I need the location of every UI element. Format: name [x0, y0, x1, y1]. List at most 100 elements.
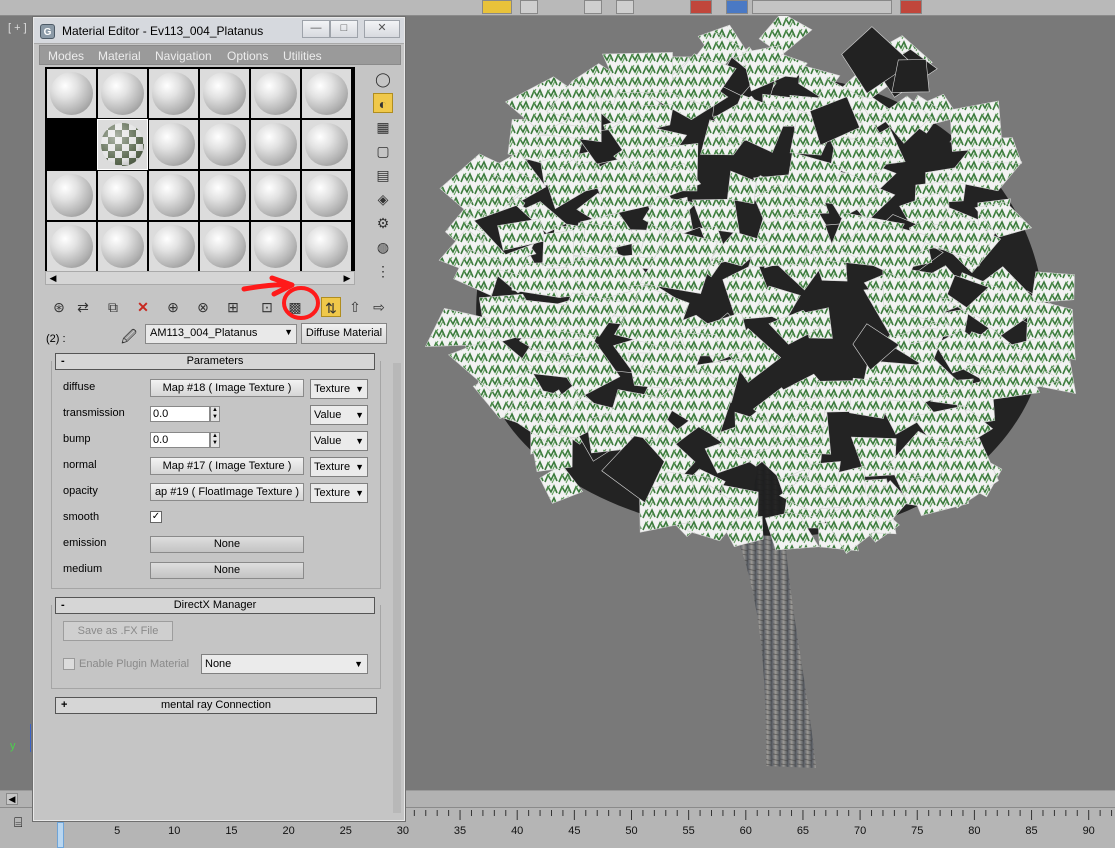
diffuse-map-button[interactable]: Map #18 ( Image Texture ): [150, 379, 304, 397]
material-slot[interactable]: [47, 120, 96, 169]
opacity-type-select[interactable]: Texture ▼: [310, 483, 368, 503]
material-slot[interactable]: [149, 120, 198, 169]
menu-utilities[interactable]: Utilities: [283, 49, 322, 63]
put-to-scene-icon[interactable]: ⇄: [73, 297, 93, 317]
go-forward-to-sibling-icon[interactable]: ⇨: [369, 297, 389, 317]
slots-horizontal-scrollbar[interactable]: ◀ ▶: [45, 271, 355, 285]
put-to-library-icon[interactable]: ⊞: [223, 297, 243, 317]
video-color-check-icon[interactable]: ▤: [373, 165, 393, 185]
emission-map-button[interactable]: None: [150, 536, 304, 553]
parameters-rollout-header[interactable]: - Parameters: [55, 353, 375, 370]
material-slot[interactable]: [302, 222, 351, 271]
editor-vertical-scrollbar[interactable]: [393, 363, 401, 813]
toolbar-icon[interactable]: [690, 0, 712, 14]
make-preview-icon[interactable]: ◈: [373, 189, 393, 209]
toolbar-icon[interactable]: [726, 0, 748, 14]
menu-modes[interactable]: Modes: [48, 49, 84, 63]
minimize-button[interactable]: —: [302, 20, 330, 38]
smooth-checkbox[interactable]: ✓: [150, 511, 162, 523]
normal-map-button[interactable]: Map #17 ( Image Texture ): [150, 457, 304, 475]
material-slot[interactable]: [251, 222, 300, 271]
restore-button[interactable]: □: [330, 20, 358, 38]
transmission-spinner[interactable]: ▲ ▼: [210, 406, 220, 422]
transmission-field[interactable]: 0.0: [150, 406, 210, 422]
options-icon[interactable]: ⚙: [373, 213, 393, 233]
diffuse-type-select[interactable]: Texture ▼: [310, 379, 368, 399]
chevron-down-icon[interactable]: ▼: [284, 327, 293, 337]
backlight-icon[interactable]: ◐: [373, 93, 393, 113]
toolbar-icon[interactable]: [520, 0, 538, 14]
collapse-toggle[interactable]: -: [61, 354, 65, 369]
toolbar-icon[interactable]: [616, 0, 634, 14]
transmission-type-value: Value: [314, 409, 342, 421]
abc-toolbar-icon[interactable]: [482, 0, 512, 14]
material-type-button[interactable]: Diffuse Material: [301, 323, 387, 344]
material-slot[interactable]: [200, 222, 249, 271]
directx-rollout-header[interactable]: - DirectX Manager: [55, 597, 375, 614]
menu-material[interactable]: Material: [98, 49, 141, 63]
viewport-label[interactable]: [ + ]: [8, 22, 27, 34]
eyedropper-icon[interactable]: 🖉: [121, 327, 137, 352]
toolbar-icon[interactable]: [900, 0, 922, 14]
select-by-material-icon[interactable]: ◍: [373, 237, 393, 257]
expand-toggle[interactable]: +: [61, 698, 67, 713]
material-slot[interactable]: [302, 171, 351, 220]
medium-map-button[interactable]: None: [150, 562, 304, 579]
plugin-material-select[interactable]: None ▼: [201, 654, 368, 674]
material-slot[interactable]: [98, 222, 147, 271]
material-slot[interactable]: [251, 171, 300, 220]
make-unique-icon[interactable]: ⊗: [193, 297, 213, 317]
reset-map-icon[interactable]: ✕: [133, 297, 153, 317]
material-slot[interactable]: [98, 171, 147, 220]
background-checker-icon[interactable]: ▦: [373, 117, 393, 137]
show-shaded-material-icon[interactable]: ▩: [285, 297, 305, 317]
material-slot[interactable]: [47, 171, 96, 220]
mental-ray-rollout-header[interactable]: + mental ray Connection: [55, 697, 377, 714]
material-id-channel-icon[interactable]: ⊡: [257, 297, 277, 317]
save-fx-button[interactable]: Save as .FX File: [63, 621, 173, 641]
material-slot[interactable]: [149, 222, 198, 271]
normal-type-select[interactable]: Texture ▼: [310, 457, 368, 477]
material-slot[interactable]: [47, 69, 96, 118]
collapse-toggle[interactable]: -: [61, 598, 65, 613]
sample-type-sphere-icon[interactable]: ◯: [373, 69, 393, 89]
close-button[interactable]: ✕: [364, 20, 400, 38]
show-end-result-icon[interactable]: ⇅: [321, 297, 341, 317]
material-name-field[interactable]: AM113_004_Platanus ▼: [145, 324, 297, 344]
material-slot[interactable]: [302, 69, 351, 118]
material-map-navigator-icon[interactable]: ⋮: [373, 261, 393, 281]
menu-navigation[interactable]: Navigation: [155, 49, 212, 63]
title-bar[interactable]: G Material Editor - Ev113_004_Platanus —…: [34, 18, 404, 44]
material-slot[interactable]: [149, 171, 198, 220]
material-slot[interactable]: [98, 69, 147, 118]
sample-sphere: [254, 174, 297, 217]
time-cursor[interactable]: [57, 822, 64, 848]
toolbar-field[interactable]: [752, 0, 892, 14]
material-slot[interactable]: [200, 120, 249, 169]
bump-type-select[interactable]: Value ▼: [310, 431, 368, 451]
enable-plugin-checkbox[interactable]: [63, 658, 75, 670]
material-slot[interactable]: [200, 69, 249, 118]
assign-to-selection-icon[interactable]: ⧉: [103, 297, 123, 317]
toolbar-icon[interactable]: [584, 0, 602, 14]
material-slot[interactable]: [302, 120, 351, 169]
material-slot[interactable]: [200, 171, 249, 220]
opacity-map-button[interactable]: ap #19 ( FloatImage Texture ): [150, 483, 304, 501]
make-copy-icon[interactable]: ⊕: [163, 297, 183, 317]
bump-field[interactable]: 0.0: [150, 432, 210, 448]
material-slot[interactable]: [149, 69, 198, 118]
scroll-left-arrow[interactable]: ◀: [47, 272, 59, 284]
material-slot[interactable]: [251, 69, 300, 118]
sample-uv-tiling-icon[interactable]: ▢: [373, 141, 393, 161]
scroll-right-arrow[interactable]: ▶: [341, 272, 353, 284]
material-slot[interactable]: [47, 222, 96, 271]
track-bar-key-icon[interactable]: ⌸: [14, 814, 32, 834]
bump-spinner[interactable]: ▲ ▼: [210, 432, 220, 448]
go-to-parent-icon[interactable]: ⇧: [345, 297, 365, 317]
material-slot[interactable]: [97, 119, 148, 170]
time-slider-left-arrow[interactable]: ◀: [6, 793, 18, 805]
material-slot[interactable]: [251, 120, 300, 169]
get-material-icon[interactable]: ⊛: [49, 297, 69, 317]
transmission-type-select[interactable]: Value ▼: [310, 405, 368, 425]
menu-options[interactable]: Options: [227, 49, 268, 63]
